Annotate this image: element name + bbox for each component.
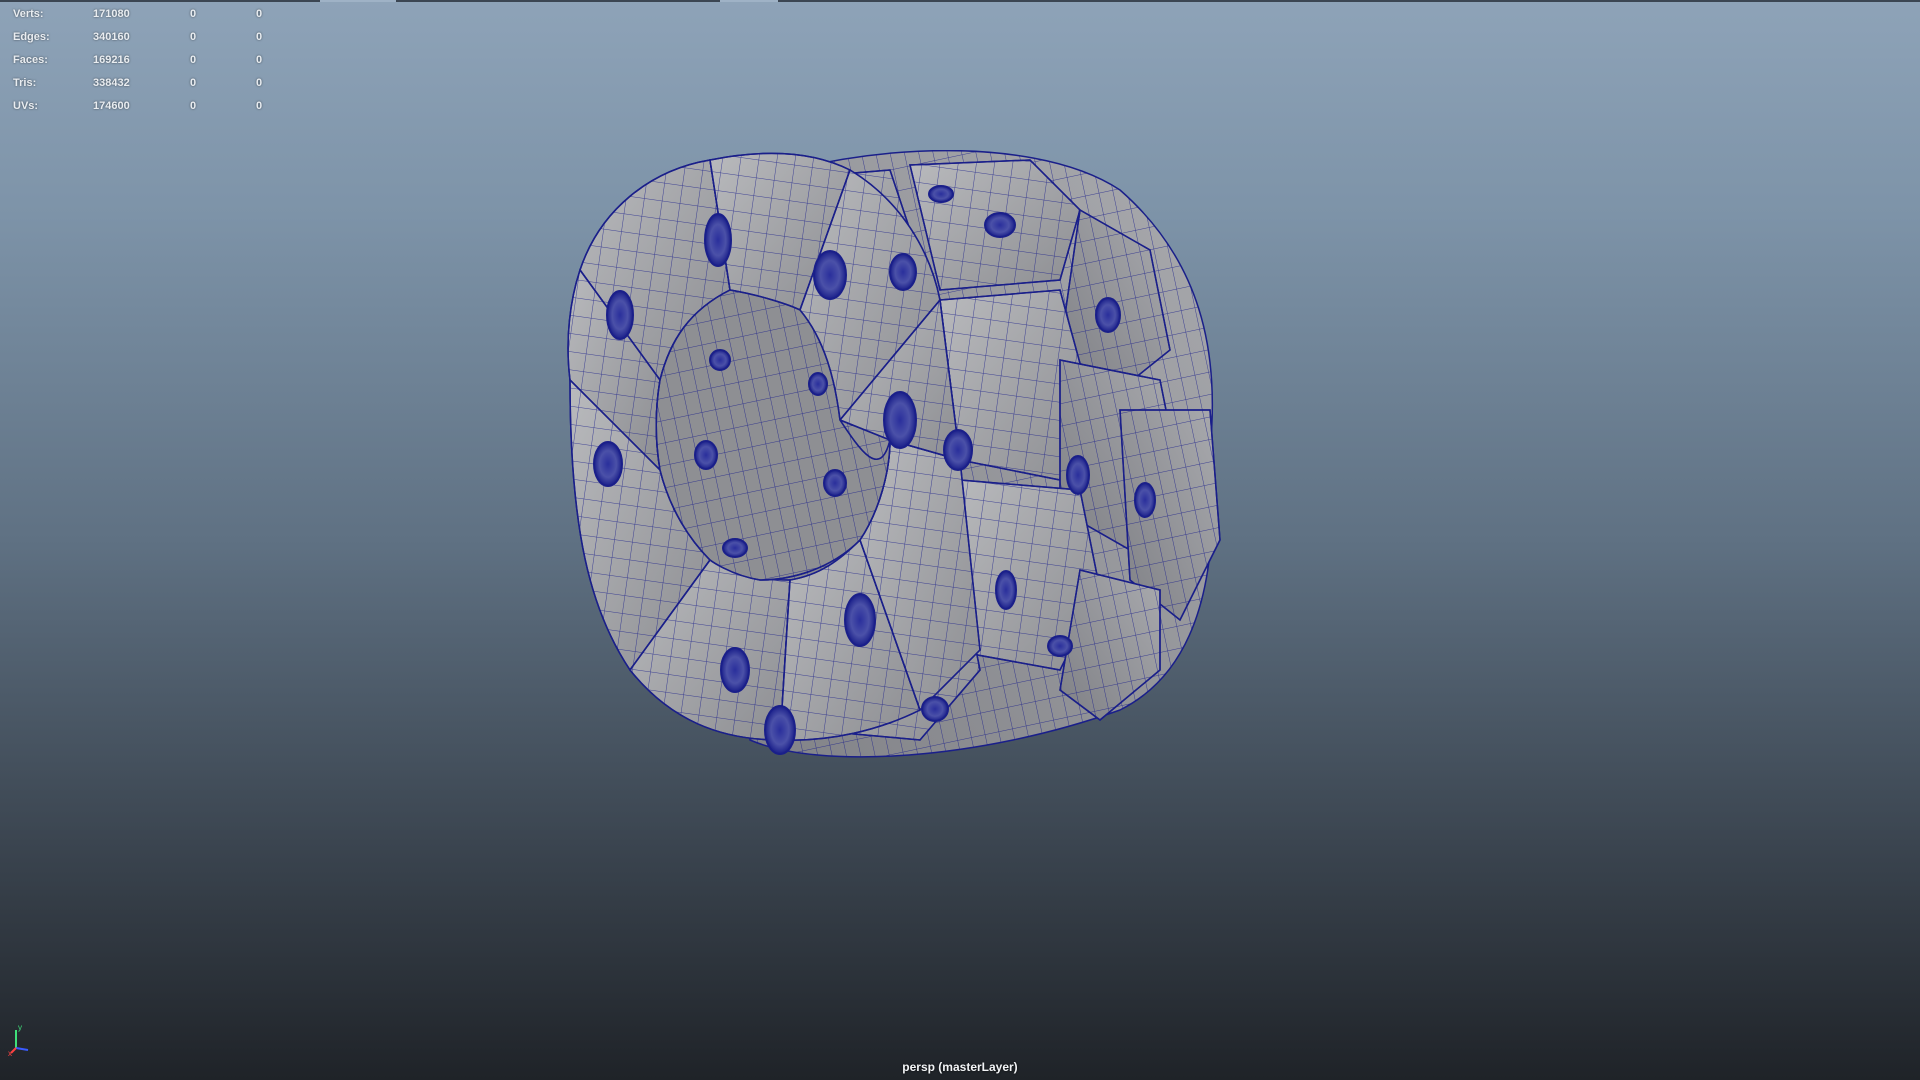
camera-name-label: persp (masterLayer) (902, 1060, 1018, 1074)
hud-total-value: 338432 (93, 77, 130, 89)
hud-total-value: 174600 (93, 100, 130, 112)
hud-total-value: 340160 (93, 31, 130, 43)
hud-selected-value: 0 (190, 8, 197, 20)
hud-row-verts: Verts: 171080 0 0 (13, 3, 273, 26)
hud-selected-value: 0 (190, 77, 197, 89)
view-axis-gizmo: y x (8, 1022, 34, 1058)
hud-extra-value: 0 (256, 31, 263, 43)
hud-row-tris: Tris: 338432 0 0 (13, 72, 273, 95)
hud-extra-value: 0 (256, 77, 263, 89)
front-face-segments (567, 152, 981, 741)
y-axis-label: y (18, 1023, 22, 1032)
hud-label: Verts: (13, 8, 44, 20)
hud-extra-value: 0 (256, 54, 263, 66)
viewport-mesh-model[interactable] (560, 150, 1400, 930)
hud-label: Faces: (13, 54, 48, 66)
hud-total-value: 171080 (93, 8, 130, 20)
heads-up-display-poly-count: Verts: 171080 0 0 Edges: 340160 0 0 Face… (13, 3, 273, 118)
x-axis-label: x (8, 1049, 12, 1056)
hud-label: Tris: (13, 77, 37, 89)
hud-row-edges: Edges: 340160 0 0 (13, 26, 273, 49)
panel-edge-highlight (720, 0, 778, 2)
hud-label: Edges: (13, 31, 50, 43)
hud-extra-value: 0 (256, 8, 263, 20)
hud-selected-value: 0 (190, 100, 197, 112)
z-axis-line (15, 1047, 29, 1051)
hud-row-faces: Faces: 169216 0 0 (13, 49, 273, 72)
panel-edge-highlight (320, 0, 396, 2)
hud-selected-value: 0 (190, 31, 197, 43)
hud-extra-value: 0 (256, 100, 263, 112)
hud-total-value: 169216 (93, 54, 130, 66)
hud-selected-value: 0 (190, 54, 197, 66)
wireframe-on-shaded-mesh[interactable] (560, 150, 1400, 930)
viewport-top-border (0, 0, 1920, 2)
hud-row-uvs: UVs: 174600 0 0 (13, 95, 273, 118)
hud-label: UVs: (13, 100, 39, 112)
